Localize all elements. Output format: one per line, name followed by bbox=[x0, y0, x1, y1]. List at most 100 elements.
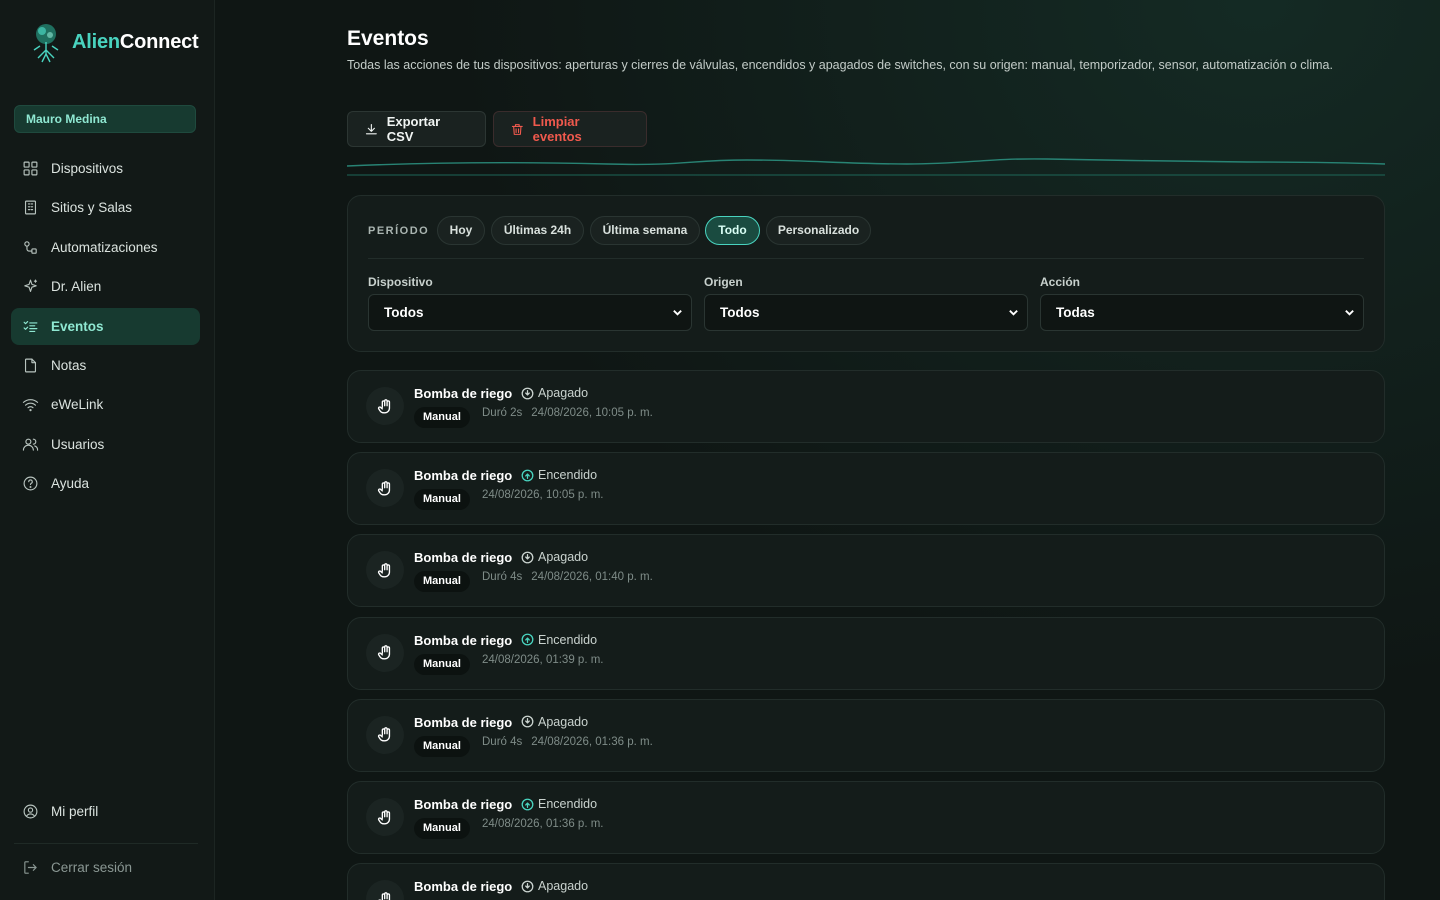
filters-divider bbox=[368, 258, 1364, 259]
sidebar-item-dispositivos[interactable]: Dispositivos bbox=[11, 150, 200, 187]
period-chip-hoy[interactable]: Hoy bbox=[437, 216, 485, 245]
brand-name-part1: Alien bbox=[72, 30, 120, 53]
chevron-down-icon bbox=[1345, 310, 1354, 316]
sidebar-item-label: Dispositivos bbox=[51, 161, 124, 176]
hand-icon bbox=[377, 398, 390, 414]
chevron-down-icon bbox=[673, 310, 682, 316]
wifi-icon bbox=[22, 399, 39, 412]
event-row[interactable]: Bomba de riego Apagado Manual Duró 4s 24/08/… bbox=[347, 534, 1385, 608]
help-icon bbox=[23, 476, 38, 491]
event-timestamp: 24/08/2026, 01:36 p. m. bbox=[531, 735, 653, 748]
period-chip-ultima-semana[interactable]: Última semana bbox=[590, 216, 700, 245]
page-title: Eventos bbox=[347, 27, 429, 50]
event-timestamp: 24/08/2026, 01:40 p. m. bbox=[531, 571, 653, 584]
sidebar-item-ayuda[interactable]: Ayuda bbox=[11, 465, 200, 502]
event-action-label: Encendido bbox=[538, 797, 598, 811]
event-device-name: Bomba de riego bbox=[414, 879, 513, 895]
event-origin-badge: Manual bbox=[414, 489, 470, 511]
origin-icon-circle bbox=[366, 715, 404, 754]
origin-icon-circle bbox=[366, 880, 404, 900]
event-row[interactable]: Bomba de riego Apagado bbox=[347, 863, 1385, 900]
device-filter-label: Dispositivo bbox=[368, 275, 433, 289]
users-icon bbox=[22, 438, 39, 451]
event-meta: Duró 4s 24/08/2026, 01:40 p. m. bbox=[482, 571, 662, 583]
device-filter-value: Todos bbox=[384, 305, 424, 320]
brand-logo[interactable]: AlienConnect bbox=[26, 20, 199, 64]
user-circle-icon bbox=[23, 804, 38, 819]
grid-icon bbox=[23, 161, 38, 176]
sidebar-item-label: Ayuda bbox=[51, 476, 90, 492]
sidebar-item-dr-alien[interactable]: Dr. Alien bbox=[11, 268, 200, 305]
period-chip-ultimas-24h[interactable]: Últimas 24h bbox=[491, 216, 584, 245]
sidebar-divider bbox=[14, 843, 198, 844]
origin-icon-circle bbox=[366, 798, 404, 836]
action-filter-value: Todas bbox=[1056, 305, 1095, 320]
origin-filter-value: Todos bbox=[720, 305, 760, 320]
power-off-icon bbox=[521, 880, 534, 893]
action-filter-select[interactable]: Todas bbox=[1040, 294, 1364, 331]
hand-icon bbox=[377, 645, 390, 660]
sidebar-item-label: Notas bbox=[51, 357, 87, 373]
event-action-label: Apagado bbox=[538, 879, 589, 894]
device-filter-select[interactable]: Todos bbox=[368, 294, 692, 331]
event-row[interactable]: Bomba de riego Encendido Manual 24/08/2026,… bbox=[347, 781, 1385, 854]
sidebar-item-notas[interactable]: Notas bbox=[11, 347, 200, 384]
logout-label: Cerrar sesión bbox=[51, 860, 133, 875]
sidebar-item-mi-perfil[interactable]: Mi perfil bbox=[11, 793, 200, 830]
main-content: Eventos Todas las acciones de tus dispos… bbox=[347, 0, 1385, 900]
event-action-label: Encendido bbox=[538, 632, 598, 647]
event-action: Apagado bbox=[521, 386, 588, 400]
user-name-badge[interactable]: Mauro Medina bbox=[14, 105, 196, 133]
event-duration: Duró 4s bbox=[482, 571, 523, 584]
sidebar-item-label: eWeLink bbox=[51, 397, 104, 413]
sidebar-item-label: Mi perfil bbox=[51, 804, 99, 819]
clear-events-button[interactable]: Limpiar eventos bbox=[493, 111, 647, 147]
sidebar: AlienConnect Mauro Medina Dispositivos S… bbox=[0, 0, 215, 900]
event-meta: Duró 2s 24/08/2026, 10:05 p. m. bbox=[482, 407, 662, 419]
wave-decoration bbox=[347, 158, 1385, 176]
logout-button[interactable]: Cerrar sesión bbox=[11, 849, 200, 886]
logout-section: Cerrar sesión bbox=[11, 849, 200, 888]
hand-icon bbox=[377, 809, 390, 825]
power-off-icon bbox=[521, 715, 534, 728]
event-row[interactable]: Bomba de riego Apagado Manual Duró 4s 24/08/… bbox=[347, 698, 1385, 772]
period-chip-personalizado[interactable]: Personalizado bbox=[766, 216, 871, 245]
filters-panel: PERÍODO Hoy Últimas 24h Última semana To… bbox=[347, 195, 1385, 352]
event-row[interactable]: Bomba de riego Apagado Manual Duró 2s 24/08/… bbox=[347, 370, 1385, 443]
power-on-icon bbox=[521, 469, 534, 482]
event-duration: Duró 4s bbox=[482, 735, 523, 748]
note-icon bbox=[24, 358, 37, 373]
event-row[interactable]: Bomba de riego Encendido Manual 24/08/2026,… bbox=[347, 616, 1385, 690]
event-meta: 24/08/2026, 01:39 p. m. bbox=[482, 654, 612, 666]
sidebar-item-usuarios[interactable]: Usuarios bbox=[11, 426, 200, 463]
event-action-label: Apagado bbox=[538, 714, 589, 729]
clear-events-label: Limpiar eventos bbox=[532, 114, 582, 144]
period-chip-todo[interactable]: Todo bbox=[705, 216, 760, 245]
event-meta: Duró 4s 24/08/2026, 01:36 p. m. bbox=[482, 736, 662, 748]
origin-filter-select[interactable]: Todos bbox=[704, 294, 1028, 331]
hand-icon bbox=[377, 480, 390, 496]
download-icon bbox=[365, 123, 377, 134]
power-on-icon bbox=[521, 633, 534, 646]
trash-icon bbox=[511, 123, 523, 135]
sidebar-nav: Dispositivos Sitios y Salas Automatizaci… bbox=[11, 150, 200, 505]
origin-filter-label: Origen bbox=[704, 275, 743, 289]
event-row[interactable]: Bomba de riego Encendido Manual 24/08/2026,… bbox=[347, 452, 1385, 526]
sidebar-item-label: Automatizaciones bbox=[51, 239, 158, 255]
event-origin-badge: Manual bbox=[414, 653, 470, 675]
sidebar-item-label: Dr. Alien bbox=[51, 279, 102, 295]
profile-section: Mi perfil bbox=[11, 793, 200, 832]
event-meta: 24/08/2026, 01:36 p. m. bbox=[482, 818, 612, 830]
event-timestamp: 24/08/2026, 10:05 p. m. bbox=[482, 489, 604, 502]
event-duration: Duró 2s bbox=[482, 407, 523, 419]
sidebar-item-sitios-y-salas[interactable]: Sitios y Salas bbox=[11, 189, 200, 226]
sidebar-item-ewelink[interactable]: eWeLink bbox=[11, 386, 200, 423]
sidebar-item-automatizaciones[interactable]: Automatizaciones bbox=[11, 229, 200, 266]
event-timestamp: 24/08/2026, 01:39 p. m. bbox=[482, 653, 604, 666]
event-origin-badge: Manual bbox=[414, 735, 470, 757]
sidebar-item-eventos[interactable]: Eventos bbox=[11, 307, 200, 345]
export-csv-label: Exportar CSV bbox=[386, 114, 441, 144]
export-csv-button[interactable]: Exportar CSV bbox=[347, 111, 486, 147]
hand-icon bbox=[377, 563, 390, 578]
event-action-label: Apagado bbox=[538, 386, 589, 400]
